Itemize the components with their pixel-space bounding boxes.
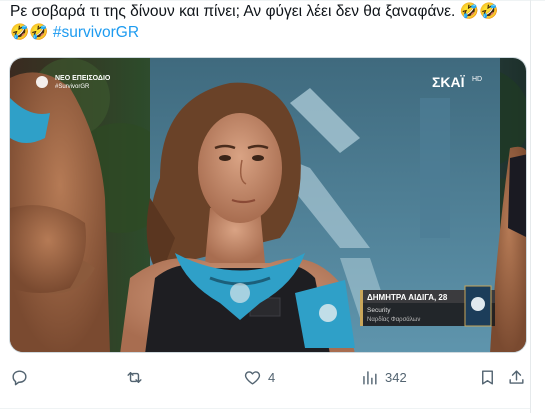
bookmark-button[interactable]: [478, 364, 497, 390]
views-button[interactable]: 342: [360, 364, 407, 390]
media-image: ΝΕΟ ΕΠΕΙΣΟΔΙΟ #SurvivorGR ΣΚΑΪ HD ΔΗΜΗΤΡ…: [10, 58, 526, 352]
reply-icon: [12, 369, 27, 385]
views-icon: [363, 370, 377, 385]
tweet-media[interactable]: ΝΕΟ ΕΠΕΙΣΟΔΙΟ #SurvivorGR ΣΚΑΪ HD ΔΗΜΗΤΡ…: [9, 57, 527, 353]
badge-line1: ΝΕΟ ΕΠΕΙΣΟΔΙΟ: [55, 75, 111, 82]
lower-third: ΔΗΜΗΤΡΑ ΑΙΔΙΓΑ, 28 Security Ναρδίας Φαρσ…: [360, 285, 495, 327]
share-button[interactable]: [507, 364, 526, 390]
hashtag-link[interactable]: #survivorGR: [53, 24, 139, 41]
broadcaster-logo: ΣΚΑΪ: [432, 74, 466, 90]
tweet-text-line1: Ρε σοβαρά τι της δίνουν και πίνει; Αν φύ…: [10, 3, 499, 20]
like-count: 4: [268, 369, 276, 385]
share-icon: [509, 369, 524, 384]
tweet-text-emoji: 🤣🤣: [10, 24, 53, 41]
action-bar: 4 342: [0, 364, 530, 390]
tweet-text: Ρε σοβαρά τι της δίνουν και πίνει; Αν φύ…: [10, 1, 525, 43]
like-button[interactable]: 4: [243, 364, 275, 390]
retweet-button[interactable]: [125, 364, 150, 390]
retweet-icon: [127, 371, 142, 383]
views-count: 342: [385, 369, 407, 385]
broadcaster-hd: HD: [472, 76, 482, 83]
badge-line2: #SurvivorGR: [55, 84, 90, 90]
column-border: [530, 0, 531, 413]
heart-icon: [244, 370, 261, 385]
reply-button[interactable]: [10, 364, 35, 390]
bottom-divider: [0, 408, 530, 409]
lower-third-name: ΔΗΜΗΤΡΑ ΑΙΔΙΓΑ, 28: [367, 293, 448, 302]
lower-third-role: Security: [367, 307, 391, 314]
bookmark-icon: [482, 369, 493, 385]
lower-third-location: Ναρδίας Φαρσάλων: [367, 316, 420, 323]
